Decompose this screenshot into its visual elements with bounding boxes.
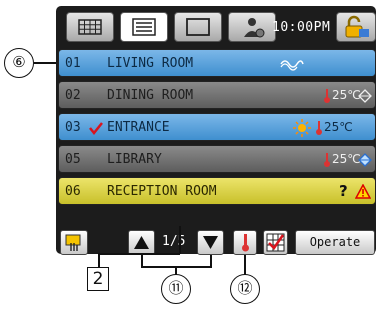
callout-2-leader	[98, 253, 100, 267]
grid-icon	[78, 19, 102, 35]
sun-icon	[293, 119, 311, 137]
thermometer-icon	[324, 89, 330, 103]
operate-button[interactable]: Operate	[295, 230, 375, 255]
room-row-03[interactable]: 03 ENTRANCE 25℃	[58, 113, 376, 141]
page-indicator: 1/5	[162, 234, 186, 249]
room-name: RECEPTION ROOM	[107, 184, 217, 199]
thermometer-icon	[316, 121, 322, 135]
user-settings-tab[interactable]	[228, 12, 276, 42]
room-number: 05	[65, 152, 81, 167]
callout-2-leader-h	[98, 253, 180, 255]
warning-icon	[355, 184, 371, 199]
snow-icon	[358, 89, 372, 103]
callout-2-leader-v2	[179, 226, 181, 254]
settings-button[interactable]	[60, 230, 88, 255]
callout-11: ⑪	[161, 274, 191, 304]
room-row-05[interactable]: 05 LIBRARY 25℃	[58, 145, 376, 173]
up-arrow-icon	[134, 236, 149, 249]
room-temperature: 25℃	[324, 120, 353, 134]
hand-pointer-icon	[65, 234, 81, 251]
room-number: 03	[65, 120, 81, 135]
room-temperature: 25℃	[332, 152, 361, 166]
person-gear-icon	[244, 18, 265, 38]
room-name: ENTRANCE	[107, 120, 170, 135]
room-row-01[interactable]: 01 LIVING ROOM	[58, 49, 376, 77]
callout-12: ⑫	[230, 274, 260, 304]
callout-2: 2	[87, 267, 109, 291]
list-icon	[132, 18, 156, 36]
room-name: LIBRARY	[107, 152, 162, 167]
checkmark-icon	[89, 122, 103, 135]
room-temperature: 25℃	[332, 88, 361, 102]
clock: 10:00PM	[272, 20, 331, 35]
down-arrow-icon	[203, 236, 218, 249]
calendar-check-icon	[266, 233, 285, 252]
temperature-button[interactable]	[233, 230, 257, 255]
room-number: 02	[65, 88, 81, 103]
callout-6: ⑥	[4, 48, 34, 78]
room-row-02[interactable]: 02 DINING ROOM 25℃	[58, 81, 376, 109]
lock-button[interactable]	[336, 12, 376, 42]
grid-view-tab[interactable]	[66, 12, 114, 42]
thermometer-icon	[324, 153, 330, 167]
fan-icon	[280, 60, 304, 71]
thermometer-icon	[242, 234, 249, 252]
room-number: 06	[65, 184, 81, 199]
snow-icon	[358, 153, 372, 167]
room-name: LIVING ROOM	[107, 56, 194, 71]
callout-12-leader	[244, 255, 246, 275]
schedule-button[interactable]	[263, 230, 288, 255]
room-number: 01	[65, 56, 81, 71]
page-up-button[interactable]	[128, 230, 155, 255]
room-name: DINING ROOM	[107, 88, 194, 103]
room-row-06[interactable]: 06 RECEPTION ROOM ?	[58, 177, 376, 205]
square-icon	[186, 18, 210, 36]
unknown-status: ?	[339, 182, 348, 200]
padlock-icon	[345, 15, 369, 38]
list-view-tab[interactable]	[120, 12, 168, 42]
single-view-tab[interactable]	[174, 12, 222, 42]
page-down-button[interactable]	[197, 230, 224, 255]
